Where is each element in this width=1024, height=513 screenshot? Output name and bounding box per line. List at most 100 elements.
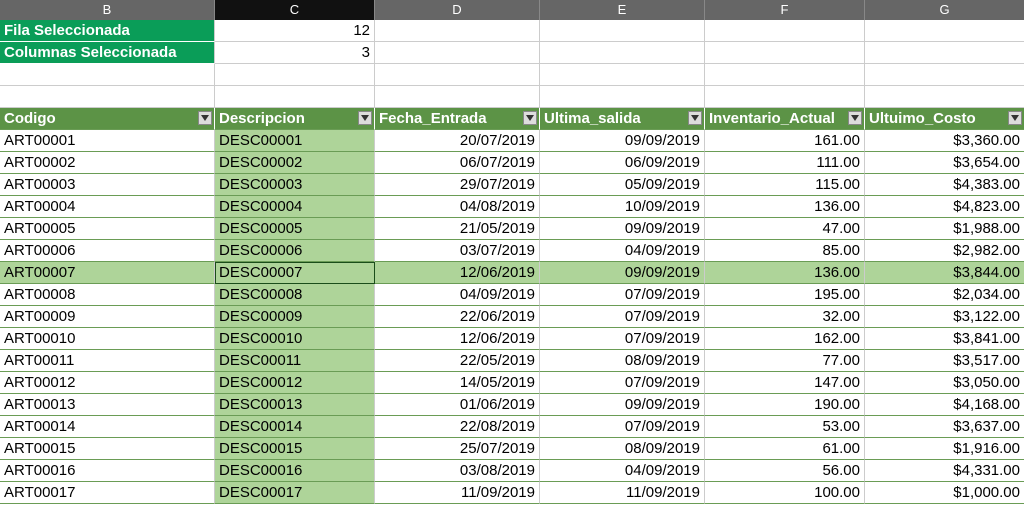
cell-blank[interactable] bbox=[375, 20, 540, 42]
table-cell[interactable]: 85.00 bbox=[705, 240, 865, 262]
table-cell[interactable]: 136.00 bbox=[705, 196, 865, 218]
table-cell[interactable]: 11/09/2019 bbox=[375, 482, 540, 504]
table-cell[interactable]: $1,916.00 bbox=[865, 438, 1024, 460]
col-header-E[interactable]: E bbox=[540, 0, 705, 20]
col-header-B[interactable]: B bbox=[0, 0, 215, 20]
table-cell[interactable]: DESC00006 bbox=[215, 240, 375, 262]
table-cell[interactable]: 09/09/2019 bbox=[540, 218, 705, 240]
table-cell[interactable]: 07/09/2019 bbox=[540, 328, 705, 350]
table-cell[interactable]: 190.00 bbox=[705, 394, 865, 416]
table-cell[interactable]: 04/09/2019 bbox=[375, 284, 540, 306]
table-cell[interactable]: 61.00 bbox=[705, 438, 865, 460]
cell-blank[interactable] bbox=[0, 64, 215, 86]
table-cell[interactable]: $1,988.00 bbox=[865, 218, 1024, 240]
table-cell[interactable]: DESC00015 bbox=[215, 438, 375, 460]
table-cell[interactable]: 04/09/2019 bbox=[540, 460, 705, 482]
cell-blank[interactable] bbox=[375, 64, 540, 86]
table-cell[interactable]: DESC00004 bbox=[215, 196, 375, 218]
table-cell[interactable]: 09/09/2019 bbox=[540, 130, 705, 152]
table-cell[interactable]: 29/07/2019 bbox=[375, 174, 540, 196]
filter-dropdown-icon[interactable] bbox=[198, 111, 212, 125]
table-cell[interactable]: 77.00 bbox=[705, 350, 865, 372]
cell-blank[interactable] bbox=[540, 86, 705, 108]
table-cell[interactable]: ART00001 bbox=[0, 130, 215, 152]
table-cell[interactable]: ART00002 bbox=[0, 152, 215, 174]
col-value[interactable]: 3 bbox=[215, 42, 375, 64]
cell-blank[interactable] bbox=[375, 42, 540, 64]
table-cell[interactable]: 12/06/2019 bbox=[375, 262, 540, 284]
cell-blank[interactable] bbox=[705, 42, 865, 64]
table-cell[interactable]: 09/09/2019 bbox=[540, 394, 705, 416]
table-cell[interactable]: 47.00 bbox=[705, 218, 865, 240]
table-cell[interactable]: 07/09/2019 bbox=[540, 372, 705, 394]
table-cell[interactable]: 20/07/2019 bbox=[375, 130, 540, 152]
table-cell[interactable]: 14/05/2019 bbox=[375, 372, 540, 394]
header-inventario[interactable]: Inventario_Actual bbox=[705, 108, 865, 130]
table-cell[interactable]: DESC00002 bbox=[215, 152, 375, 174]
table-cell[interactable]: ART00017 bbox=[0, 482, 215, 504]
table-cell[interactable]: 25/07/2019 bbox=[375, 438, 540, 460]
cell-blank[interactable] bbox=[215, 64, 375, 86]
table-cell[interactable]: $1,000.00 bbox=[865, 482, 1024, 504]
table-cell[interactable]: 11/09/2019 bbox=[540, 482, 705, 504]
cell-blank[interactable] bbox=[705, 86, 865, 108]
col-header-G[interactable]: G bbox=[865, 0, 1024, 20]
cell-blank[interactable] bbox=[375, 86, 540, 108]
table-cell[interactable]: DESC00007 bbox=[215, 262, 375, 284]
table-cell[interactable]: $3,517.00 bbox=[865, 350, 1024, 372]
col-header-D[interactable]: D bbox=[375, 0, 540, 20]
table-cell[interactable]: DESC00010 bbox=[215, 328, 375, 350]
table-cell[interactable]: 05/09/2019 bbox=[540, 174, 705, 196]
table-cell[interactable]: 01/06/2019 bbox=[375, 394, 540, 416]
table-cell[interactable]: ART00004 bbox=[0, 196, 215, 218]
table-cell[interactable]: 100.00 bbox=[705, 482, 865, 504]
table-cell[interactable]: $3,360.00 bbox=[865, 130, 1024, 152]
cell-blank[interactable] bbox=[865, 86, 1024, 108]
table-cell[interactable]: 04/09/2019 bbox=[540, 240, 705, 262]
table-cell[interactable]: DESC00014 bbox=[215, 416, 375, 438]
table-cell[interactable]: ART00012 bbox=[0, 372, 215, 394]
table-cell[interactable]: 53.00 bbox=[705, 416, 865, 438]
table-cell[interactable]: 07/09/2019 bbox=[540, 284, 705, 306]
cell-blank[interactable] bbox=[215, 86, 375, 108]
table-cell[interactable]: ART00006 bbox=[0, 240, 215, 262]
table-cell[interactable]: ART00014 bbox=[0, 416, 215, 438]
table-cell[interactable]: $4,331.00 bbox=[865, 460, 1024, 482]
table-cell[interactable]: $3,050.00 bbox=[865, 372, 1024, 394]
table-cell[interactable]: 161.00 bbox=[705, 130, 865, 152]
cell-blank[interactable] bbox=[865, 20, 1024, 42]
cell-blank[interactable] bbox=[0, 86, 215, 108]
table-cell[interactable]: 10/09/2019 bbox=[540, 196, 705, 218]
table-cell[interactable]: 22/05/2019 bbox=[375, 350, 540, 372]
table-cell[interactable]: DESC00011 bbox=[215, 350, 375, 372]
table-cell[interactable]: 195.00 bbox=[705, 284, 865, 306]
table-cell[interactable]: $3,637.00 bbox=[865, 416, 1024, 438]
table-cell[interactable]: 32.00 bbox=[705, 306, 865, 328]
filter-dropdown-icon[interactable] bbox=[688, 111, 702, 125]
table-cell[interactable]: 07/09/2019 bbox=[540, 306, 705, 328]
table-cell[interactable]: 03/07/2019 bbox=[375, 240, 540, 262]
cell-blank[interactable] bbox=[540, 42, 705, 64]
table-cell[interactable]: 136.00 bbox=[705, 262, 865, 284]
table-cell[interactable]: $4,383.00 bbox=[865, 174, 1024, 196]
table-cell[interactable]: DESC00008 bbox=[215, 284, 375, 306]
table-cell[interactable]: ART00009 bbox=[0, 306, 215, 328]
col-header-F[interactable]: F bbox=[705, 0, 865, 20]
cell-blank[interactable] bbox=[705, 64, 865, 86]
table-cell[interactable]: 04/08/2019 bbox=[375, 196, 540, 218]
cell-blank[interactable] bbox=[865, 64, 1024, 86]
table-cell[interactable]: DESC00003 bbox=[215, 174, 375, 196]
table-cell[interactable]: 03/08/2019 bbox=[375, 460, 540, 482]
table-cell[interactable]: 22/06/2019 bbox=[375, 306, 540, 328]
header-ultima-salida[interactable]: Ultima_salida bbox=[540, 108, 705, 130]
table-cell[interactable]: DESC00017 bbox=[215, 482, 375, 504]
table-cell[interactable]: $3,841.00 bbox=[865, 328, 1024, 350]
table-cell[interactable]: 06/09/2019 bbox=[540, 152, 705, 174]
table-cell[interactable]: 56.00 bbox=[705, 460, 865, 482]
cell-blank[interactable] bbox=[705, 20, 865, 42]
table-cell[interactable]: 162.00 bbox=[705, 328, 865, 350]
table-cell[interactable]: ART00008 bbox=[0, 284, 215, 306]
table-cell[interactable]: 115.00 bbox=[705, 174, 865, 196]
table-cell[interactable]: 22/08/2019 bbox=[375, 416, 540, 438]
header-descripcion[interactable]: Descripcion bbox=[215, 108, 375, 130]
